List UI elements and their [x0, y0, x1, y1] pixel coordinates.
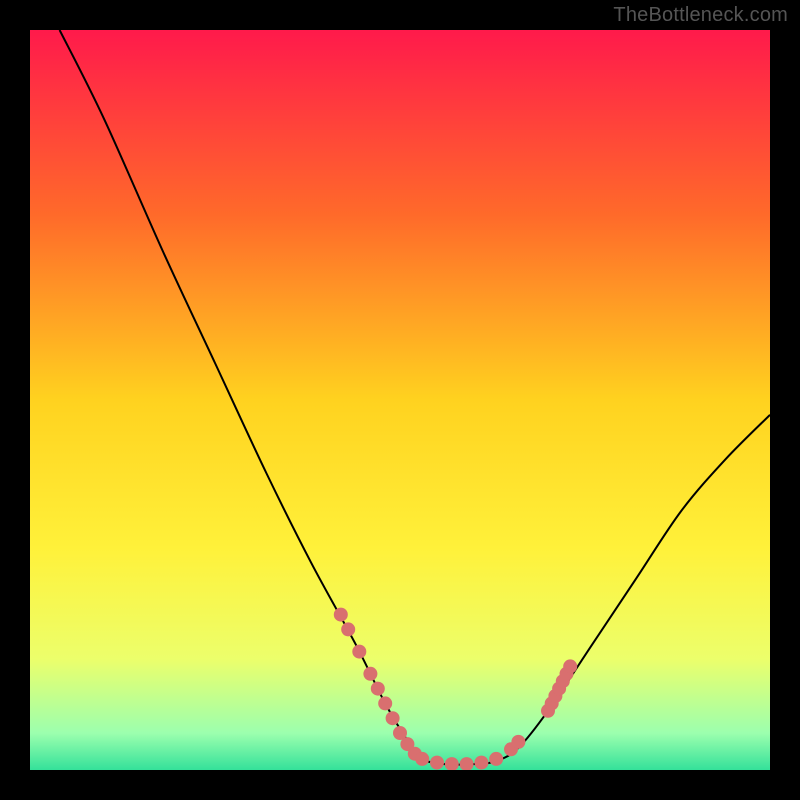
chart-container: TheBottleneck.com [0, 0, 800, 800]
data-marker [378, 696, 392, 710]
data-marker [489, 752, 503, 766]
data-marker [334, 608, 348, 622]
data-marker [341, 622, 355, 636]
plot-area [30, 30, 770, 770]
data-marker [386, 711, 400, 725]
chart-svg [30, 30, 770, 770]
watermark-text: TheBottleneck.com [613, 4, 788, 27]
data-marker [352, 645, 366, 659]
data-marker [371, 682, 385, 696]
gradient-background [30, 30, 770, 770]
data-marker [415, 752, 429, 766]
data-marker [363, 667, 377, 681]
data-marker [430, 756, 444, 770]
data-marker [563, 659, 577, 673]
data-marker [511, 735, 525, 749]
data-marker [474, 756, 488, 770]
